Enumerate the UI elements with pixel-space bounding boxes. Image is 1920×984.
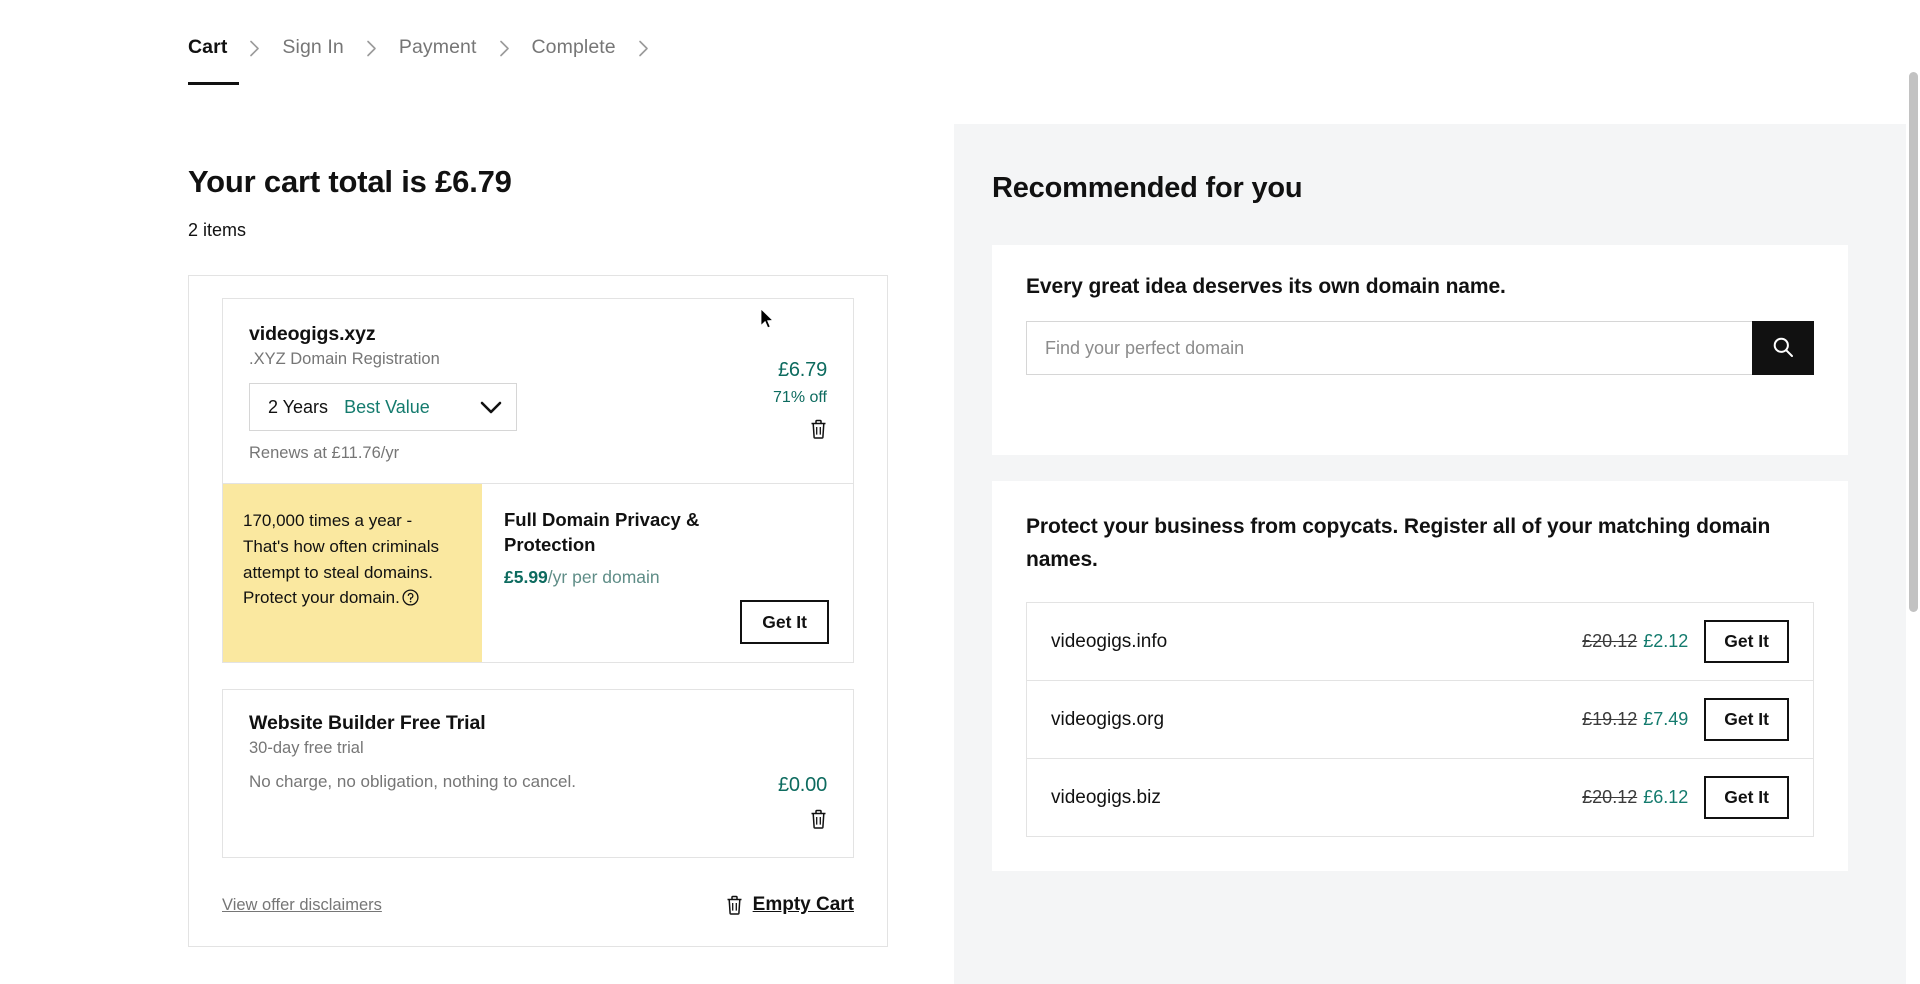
recommendations-panel: Recommended for you Every great idea des… xyxy=(954,124,1920,984)
chevron-right-icon-4 xyxy=(638,40,649,57)
promo-offer-price: £5.99/yr per domain xyxy=(504,567,829,588)
promo-get-it-button[interactable]: Get It xyxy=(740,599,829,645)
domain-search-card: Every great idea deserves its own domain… xyxy=(992,245,1848,455)
domain-name: videogigs.info xyxy=(1051,630,1168,652)
step-payment[interactable]: Payment xyxy=(399,37,477,84)
cart-item-discount: 71% off xyxy=(773,389,827,406)
cart-item-website-builder: Website Builder Free Trial 30-day free t… xyxy=(222,689,854,859)
cart-item-domain: videogigs.xyz .XYZ Domain Registration 2… xyxy=(222,298,854,664)
step-payment-label: Payment xyxy=(398,36,477,59)
domain-prices: £19.12 £7.49 xyxy=(1582,709,1688,730)
domain-new-price: £7.49 xyxy=(1643,709,1689,730)
step-cart-label: Cart xyxy=(188,36,228,59)
matching-domains-list: videogigs.info £20.12 £2.12 Get It videog… xyxy=(1026,602,1814,838)
step-complete[interactable]: Complete xyxy=(532,37,616,84)
recommendations-heading: Recommended for you xyxy=(992,172,1303,204)
domain-privacy-promo: 170,000 times a year - That's how often … xyxy=(223,483,853,664)
list-item: videogigs.org £19.12 £7.49 Get It xyxy=(1027,681,1813,760)
domain-name: videogigs.biz xyxy=(1051,786,1161,808)
cart-item-subtitle: .XYZ Domain Registration xyxy=(249,350,440,368)
matching-domains-title: Protect your business from copycats. Reg… xyxy=(1026,515,1771,571)
remove-item-button[interactable] xyxy=(747,809,827,829)
view-offer-disclaimers-link[interactable]: View offer disclaimers xyxy=(222,896,382,915)
mouse-cursor xyxy=(760,308,774,335)
domain-prices: £20.12 £6.12 xyxy=(1582,787,1688,808)
promo-offer-title: Full Domain Privacy & Protection xyxy=(504,509,700,555)
trash-icon xyxy=(811,809,826,829)
get-it-button[interactable]: Get It xyxy=(1704,698,1789,742)
get-it-button[interactable]: Get It xyxy=(1704,776,1789,820)
chevron-down-icon xyxy=(480,401,502,414)
list-item: videogigs.info £20.12 £2.12 Get It xyxy=(1027,603,1813,682)
step-complete-label: Complete xyxy=(531,36,616,59)
search-icon xyxy=(1772,336,1794,361)
term-select[interactable]: 2 Years Best Value xyxy=(249,383,517,431)
cart-card: videogigs.xyz .XYZ Domain Registration 2… xyxy=(188,275,888,948)
trash-icon xyxy=(811,419,826,439)
promo-yellow-panel: 170,000 times a year - That's how often … xyxy=(223,484,482,663)
remove-item-button[interactable] xyxy=(747,419,827,439)
domain-old-price: £20.12 xyxy=(1582,787,1638,808)
cart-footer: View offer disclaimers Empty Cart xyxy=(189,858,887,946)
scrollbar-thumb[interactable] xyxy=(1909,72,1918,612)
cart-item-title: Website Builder Free Trial xyxy=(249,712,486,735)
checkout-page: Cart Sign In Payment Complete Your cart … xyxy=(0,0,1920,984)
domain-old-price: £19.12 xyxy=(1582,709,1638,730)
page-title: Your cart total is £6.79 xyxy=(188,164,512,199)
domain-old-price: £20.12 xyxy=(1582,631,1638,652)
domain-new-price: £6.12 xyxy=(1643,787,1689,808)
domain-name: videogigs.org xyxy=(1051,708,1165,730)
trash-icon xyxy=(727,895,742,915)
term-select-years: 2 Years xyxy=(268,396,329,417)
cart-item-subtitle: 30-day free trial xyxy=(249,739,364,758)
cart-item-price-column: £0.00 xyxy=(731,712,827,829)
domain-new-price: £2.12 xyxy=(1643,631,1689,652)
cart-item-price-column: £6.79 71% off xyxy=(731,323,827,463)
empty-cart-label: Empty Cart xyxy=(752,894,854,916)
checkout-steps: Cart Sign In Payment Complete xyxy=(0,0,954,92)
step-sign-in[interactable]: Sign In xyxy=(282,37,343,84)
domain-prices: £20.12 £2.12 xyxy=(1582,631,1688,652)
cart-item-title: videogigs.xyz xyxy=(249,323,376,345)
step-sign-in-label: Sign In xyxy=(282,36,344,59)
list-item: videogigs.biz £20.12 £6.12 Get It xyxy=(1027,759,1813,836)
matching-domains-card: Protect your business from copycats. Reg… xyxy=(992,481,1848,872)
cart-header: Your cart total is £6.79 2 items xyxy=(0,164,954,241)
chevron-right-icon-2 xyxy=(366,40,377,57)
cart-item-price: £0.00 xyxy=(777,774,827,797)
chevron-right-icon-1 xyxy=(249,40,260,57)
help-circle-icon[interactable] xyxy=(402,588,419,614)
promo-offer-price-suffix: /yr per domain xyxy=(547,566,660,587)
promo-offer-panel: Full Domain Privacy & Protection £5.99/y… xyxy=(482,484,853,663)
get-it-button[interactable]: Get It xyxy=(1704,620,1789,664)
cart-column: Cart Sign In Payment Complete Your cart … xyxy=(0,0,954,984)
cart-item-price: £6.79 xyxy=(777,359,827,381)
domain-search-title: Every great idea deserves its own domain… xyxy=(1026,275,1506,298)
empty-cart-button[interactable]: Empty Cart xyxy=(726,894,854,916)
term-select-badge: Best Value xyxy=(344,396,430,417)
renewal-note: Renews at £11.76/yr xyxy=(249,444,400,462)
cart-items-count: 2 items xyxy=(188,220,247,240)
step-cart[interactable]: Cart xyxy=(188,36,240,86)
page-scrollbar[interactable] xyxy=(1906,0,1920,984)
domain-search-button[interactable] xyxy=(1752,321,1814,375)
chevron-right-icon-3 xyxy=(499,40,510,57)
domain-search-input[interactable] xyxy=(1026,321,1752,375)
promo-offer-price-value: £5.99 xyxy=(504,566,548,587)
cart-item-note: No charge, no obligation, nothing to can… xyxy=(249,772,577,792)
